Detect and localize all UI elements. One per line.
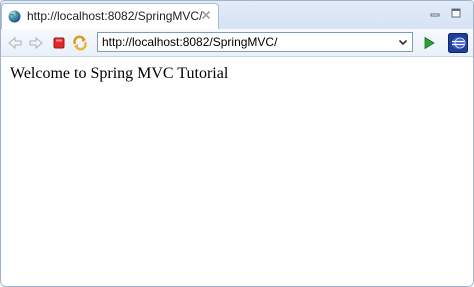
stop-icon[interactable] xyxy=(51,35,67,51)
chevron-down-icon[interactable] xyxy=(396,35,410,49)
tab-title: http://localhost:8082/SpringMVC/ xyxy=(27,9,203,23)
minimize-icon[interactable] xyxy=(429,7,441,19)
page-heading: Welcome to Spring MVC Tutorial xyxy=(10,65,229,82)
browser-tab[interactable]: http://localhost:8082/SpringMVC/ xyxy=(1,3,219,29)
browser-window: http://localhost:8082/SpringMVC/ http://… xyxy=(0,0,474,287)
browser-toolbar: http://localhost:8082/SpringMVC/ xyxy=(1,29,473,57)
forward-arrow-icon[interactable] xyxy=(28,35,44,51)
url-text[interactable]: http://localhost:8082/SpringMVC/ xyxy=(102,35,277,49)
maximize-icon[interactable] xyxy=(450,7,462,19)
go-icon[interactable] xyxy=(421,35,437,51)
tab-strip: http://localhost:8082/SpringMVC/ xyxy=(1,1,473,29)
refresh-icon[interactable] xyxy=(72,35,88,51)
page-content: Welcome to Spring MVC Tutorial xyxy=(1,57,473,286)
close-icon[interactable] xyxy=(200,9,212,21)
back-arrow-icon[interactable] xyxy=(7,35,23,51)
url-input[interactable]: http://localhost:8082/SpringMVC/ xyxy=(97,32,413,52)
eclipse-icon[interactable] xyxy=(448,33,468,53)
globe-icon xyxy=(8,10,21,23)
